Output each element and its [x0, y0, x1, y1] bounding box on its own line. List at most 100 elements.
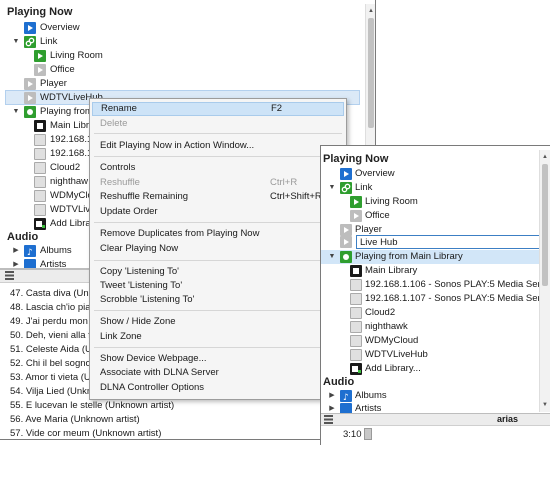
- menu-item-copy-listening[interactable]: Copy 'Listening To': [92, 265, 344, 279]
- menu-item-remove-duplicates[interactable]: Remove Duplicates from Playing Now: [92, 227, 344, 241]
- tree-item-overview[interactable]: Overview: [0, 21, 360, 35]
- menu-item-clear-playing-now[interactable]: Clear Playing Now: [92, 242, 344, 256]
- scroll-thumb[interactable]: [368, 18, 374, 128]
- menu-item-label: Delete: [100, 118, 128, 129]
- expand-arrow-icon[interactable]: ▼: [12, 35, 20, 49]
- tree-item-label: Office: [50, 64, 75, 75]
- list-item[interactable]: 49. J'ai perdu mon E: [10, 315, 97, 329]
- rename-input[interactable]: [356, 235, 550, 249]
- zone-gray-icon: [24, 92, 36, 104]
- menu-separator: [94, 310, 342, 311]
- expand-arrow-icon[interactable]: ▶: [12, 258, 20, 268]
- tree-item-label: Cloud2: [365, 307, 396, 318]
- menu-item-show-hide-zone[interactable]: Show / Hide Zone: [92, 315, 344, 329]
- tree-item-sonos-2[interactable]: 192.168.1.107 - Sonos PLAY:5 Media Serve…: [321, 292, 550, 306]
- list-item[interactable]: 47. Casta diva (Unkn: [10, 287, 99, 301]
- svg-text:♪: ♪: [343, 393, 349, 402]
- context-menu: Rename F2 Delete Edit Playing Now in Act…: [89, 98, 347, 400]
- expand-arrow-icon[interactable]: ▼: [328, 181, 336, 195]
- list-view-icon[interactable]: [324, 415, 333, 424]
- zone-gray-icon: [350, 210, 362, 222]
- menu-item-link-zone[interactable]: Link Zone: [92, 330, 344, 344]
- server-icon: [34, 176, 46, 188]
- menu-item-label: Reshuffle: [100, 177, 140, 188]
- tree-item-living-room[interactable]: Living Room: [0, 49, 360, 63]
- tree-item-nighthawk[interactable]: nighthawk: [321, 320, 539, 334]
- scroll-up-icon[interactable]: ▲: [540, 152, 550, 162]
- menu-item-reshuffle[interactable]: Reshuffle Ctrl+R: [92, 176, 344, 190]
- tree-item-label: WDMyClo: [50, 190, 93, 201]
- tree-item-player[interactable]: Player: [0, 77, 360, 91]
- list-item[interactable]: 55. E lucevan le stelle (Unknown artist): [10, 399, 174, 413]
- scroll-thumb[interactable]: [542, 164, 548, 286]
- menu-item-label: Remove Duplicates from Playing Now: [100, 228, 260, 239]
- tree-item-cloud2[interactable]: Cloud2: [321, 306, 539, 320]
- tree-item-overview[interactable]: Overview: [321, 167, 539, 181]
- tree-item-wdtvlivehub[interactable]: WDTVLiveHub: [321, 348, 539, 362]
- menu-item-show-device-webpage[interactable]: Show Device Webpage...: [92, 352, 344, 366]
- expand-arrow-icon[interactable]: ▼: [328, 250, 336, 264]
- server-icon: [34, 134, 46, 146]
- zone-gray-icon: [340, 236, 352, 248]
- menu-item-label: Scrobble 'Listening To': [100, 294, 195, 305]
- server-icon: [350, 321, 362, 333]
- tree-item-label: Link: [355, 182, 373, 193]
- list-item[interactable]: 51. Celeste Aida (Un: [10, 343, 97, 357]
- tree-item-label: Main Library: [365, 265, 418, 276]
- link-icon: [24, 36, 36, 48]
- zone-gray-icon: [24, 78, 36, 90]
- tree-item-sonos-1[interactable]: 192.168.1.106 - Sonos PLAY:5 Media Serve…: [321, 278, 550, 292]
- tree-item-living-room[interactable]: Living Room: [321, 195, 539, 209]
- expand-arrow-icon[interactable]: ▶: [328, 389, 336, 403]
- tree-scrollbar[interactable]: ▲ ▼: [539, 150, 550, 412]
- list-item[interactable]: 54. Vilja Lied (Unkn: [10, 385, 92, 399]
- tree-item-add-library[interactable]: Add Library...: [321, 362, 539, 376]
- menu-item-reshuffle-remaining[interactable]: Reshuffle Remaining Ctrl+Shift+R: [92, 190, 344, 204]
- scroll-down-icon[interactable]: ▼: [540, 400, 550, 410]
- menu-item-delete[interactable]: Delete: [92, 117, 344, 131]
- menu-item-label: Associate with DLNA Server: [100, 367, 219, 378]
- tree-item-playing-from-main-library[interactable]: ▼ Playing from Main Library: [321, 250, 539, 264]
- list-view-icon[interactable]: [5, 271, 14, 280]
- menu-item-rename[interactable]: Rename F2: [92, 102, 344, 116]
- tree-item-label: nighthawk: [365, 321, 408, 332]
- tree-item-label: Artists: [40, 259, 67, 268]
- expand-arrow-icon[interactable]: ▼: [12, 105, 20, 119]
- list-item[interactable]: 57. Vide cor meum (Unknown artist): [10, 427, 161, 439]
- menu-item-edit-playing-now[interactable]: Edit Playing Now in Action Window...: [92, 139, 344, 153]
- menu-item-label: Reshuffle Remaining: [100, 191, 189, 202]
- tree-item-link[interactable]: ▼ Link: [321, 181, 539, 195]
- tree-item-office[interactable]: Office: [321, 209, 539, 223]
- menu-item-update-order[interactable]: Update Order: [92, 205, 344, 219]
- tree-item-albums[interactable]: ▶ ♪ Albums: [321, 389, 539, 403]
- library-icon: [340, 251, 352, 263]
- svg-text:♪: ♪: [27, 248, 33, 257]
- menu-separator: [94, 222, 342, 223]
- menu-item-label: Copy 'Listening To': [100, 266, 179, 277]
- server-icon: [34, 204, 46, 216]
- tree-item-wdmycloud[interactable]: WDMyCloud: [321, 334, 539, 348]
- tree-item-main-library[interactable]: Main Library: [321, 264, 539, 278]
- overview-icon: [340, 168, 352, 180]
- menu-item-label: Edit Playing Now in Action Window...: [100, 140, 255, 151]
- scroll-up-icon[interactable]: ▲: [366, 6, 375, 16]
- list-item[interactable]: 56. Ave Maria (Unknown artist): [10, 413, 140, 427]
- list-scroll-thumb[interactable]: [364, 428, 372, 440]
- list-item[interactable]: 53. Amor ti vieta (U: [10, 371, 91, 385]
- zone-play-icon: [34, 50, 46, 62]
- list-item[interactable]: 50. Deh, vieni alla fe: [10, 329, 96, 343]
- menu-item-associate-dlna[interactable]: Associate with DLNA Server: [92, 366, 344, 380]
- list-item[interactable]: 52. Chi il bel sogno: [10, 357, 91, 371]
- menu-item-label: Rename: [101, 103, 137, 114]
- tree-item-link[interactable]: ▼ Link: [0, 35, 360, 49]
- server-icon: [350, 349, 362, 361]
- list-item[interactable]: 48. Lascia ch'io pian: [10, 301, 96, 315]
- expand-arrow-icon[interactable]: ▶: [12, 244, 20, 258]
- menu-item-scrobble-listening[interactable]: Scrobble 'Listening To': [92, 293, 344, 307]
- menu-item-controls[interactable]: Controls: [92, 161, 344, 175]
- tree-item-office[interactable]: Office: [0, 63, 360, 77]
- menu-item-tweet-listening[interactable]: Tweet 'Listening To': [92, 279, 344, 293]
- menu-item-dlna-options[interactable]: DLNA Controller Options: [92, 381, 344, 395]
- library-icon: [34, 120, 46, 132]
- list-column-header[interactable]: arias: [497, 414, 518, 425]
